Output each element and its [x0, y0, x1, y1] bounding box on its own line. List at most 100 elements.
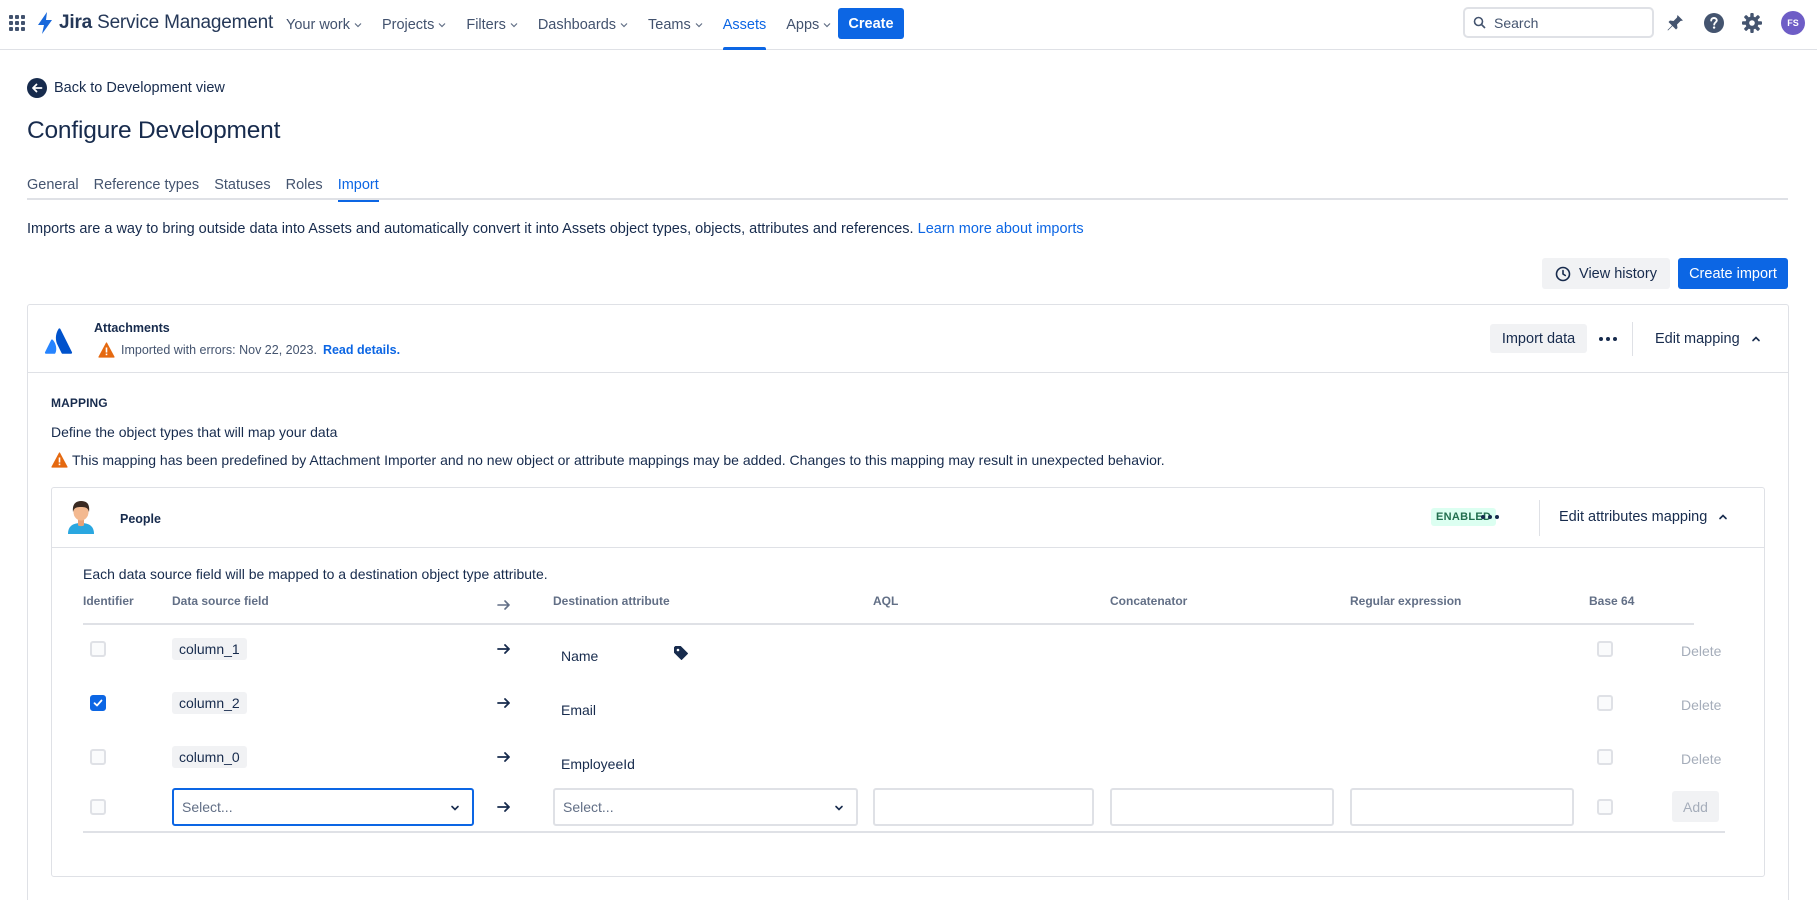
delete-row-button[interactable]: Delete — [1681, 751, 1721, 767]
tab-general[interactable]: General — [27, 170, 79, 200]
config-tabs: General Reference types Statuses Roles I… — [27, 170, 1788, 202]
destination-attribute-select[interactable]: Select... — [553, 788, 858, 826]
chevron-down-icon — [438, 23, 446, 28]
delete-row-button[interactable]: Delete — [1681, 697, 1721, 713]
edit-mapping-label: Edit mapping — [1655, 331, 1740, 347]
concatenator-input[interactable] — [1110, 788, 1334, 826]
regex-input[interactable] — [1350, 788, 1574, 826]
chevron-down-icon — [620, 23, 628, 28]
nav-projects[interactable]: Projects — [372, 0, 456, 50]
import-status-text: Imported with errors: Nov 22, 2023. — [121, 343, 317, 357]
chevron-down-icon — [835, 805, 843, 811]
arrow-right-icon — [497, 752, 510, 762]
edit-attributes-mapping-button[interactable]: Edit attributes mapping — [1559, 503, 1728, 531]
clock-icon — [1555, 266, 1571, 281]
base64-checkbox[interactable] — [1597, 695, 1613, 711]
column-header-regex: Regular expression — [1350, 594, 1462, 608]
arrow-right-icon — [497, 600, 510, 610]
primary-nav: Your work Projects Filters Dashboards Te… — [276, 0, 841, 50]
back-link-label: Back to Development view — [54, 80, 225, 96]
tab-statuses[interactable]: Statuses — [214, 170, 270, 200]
base64-checkbox[interactable] — [1597, 749, 1613, 765]
base64-checkbox[interactable] — [1597, 799, 1613, 815]
nav-label: Filters — [466, 17, 506, 33]
divider — [1632, 322, 1633, 356]
mapping-warning-text: This mapping has been predefined by Atta… — [72, 452, 1165, 468]
aql-input[interactable] — [873, 788, 1094, 826]
nav-teams[interactable]: Teams — [638, 0, 713, 50]
nav-your-work[interactable]: Your work — [276, 0, 372, 50]
edit-mapping-button[interactable]: Edit mapping — [1655, 325, 1761, 353]
nav-label: Teams — [648, 17, 691, 33]
jira-lightning-icon — [38, 12, 52, 34]
tab-roles[interactable]: Roles — [286, 170, 323, 200]
row-divider — [83, 831, 1725, 833]
source-field-chip: column_0 — [172, 746, 247, 768]
arrow-left-circle-icon — [27, 78, 47, 98]
atlassian-logo-icon — [44, 326, 74, 359]
warning-icon — [98, 342, 115, 358]
destination-attribute: Name — [561, 648, 599, 664]
create-button[interactable]: Create — [838, 8, 904, 39]
destination-attribute: Email — [561, 702, 597, 718]
search-input[interactable] — [1494, 14, 1644, 31]
nav-label: Projects — [381, 17, 435, 33]
identifier-checkbox[interactable] — [90, 695, 106, 711]
base64-checkbox[interactable] — [1597, 641, 1613, 657]
app-switcher-icon[interactable] — [9, 15, 25, 31]
column-header-base64: Base 64 — [1589, 594, 1635, 608]
view-history-button[interactable]: View history — [1542, 258, 1670, 289]
search-box[interactable] — [1463, 7, 1654, 38]
chevron-down-icon — [354, 23, 362, 28]
product-logo[interactable]: Jira Service Management — [37, 12, 273, 34]
settings-gear-icon[interactable] — [1740, 11, 1764, 35]
more-actions-icon[interactable] — [1476, 503, 1504, 531]
chevron-up-icon — [1751, 336, 1760, 342]
tab-reference-types[interactable]: Reference types — [94, 170, 200, 200]
identifier-checkbox[interactable] — [90, 641, 106, 657]
nav-apps[interactable]: Apps — [776, 0, 841, 50]
more-actions-icon[interactable] — [1594, 325, 1622, 353]
create-import-button[interactable]: Create import — [1678, 258, 1788, 289]
page-title: Configure Development — [27, 117, 281, 144]
source-field-chip: column_2 — [172, 692, 247, 714]
add-row-button[interactable]: Add — [1672, 791, 1719, 822]
import-intro: Imports are a way to bring outside data … — [27, 221, 1084, 237]
notifications-icon[interactable] — [1663, 11, 1687, 35]
chevron-down-icon — [823, 23, 831, 28]
column-header-destination: Destination attribute — [553, 594, 670, 608]
tab-import[interactable]: Import — [337, 170, 379, 202]
source-field-select[interactable]: Select... — [172, 788, 474, 826]
help-icon[interactable] — [1702, 11, 1726, 35]
nav-assets[interactable]: Assets — [713, 0, 777, 50]
object-type-name: People — [120, 512, 161, 526]
import-intro-text: Imports are a way to bring outside data … — [27, 221, 914, 237]
identifier-checkbox[interactable] — [90, 749, 106, 765]
back-link[interactable]: Back to Development view — [27, 78, 225, 98]
column-header-source: Data source field — [172, 594, 269, 608]
arrow-right-icon — [497, 802, 510, 812]
object-type-header: People ENABLED Edit attributes mapping — [52, 488, 1764, 548]
import-status: Imported with errors: Nov 22, 2023. Read… — [98, 342, 400, 358]
nav-filters[interactable]: Filters — [456, 0, 527, 50]
arrow-right-icon — [497, 644, 510, 654]
learn-more-link[interactable]: Learn more about imports — [918, 221, 1084, 237]
import-data-button[interactable]: Import data — [1490, 324, 1587, 353]
read-details-link[interactable]: Read details. — [323, 343, 400, 357]
identifier-checkbox[interactable] — [90, 799, 106, 815]
import-card: Attachments Imported with errors: Nov 22… — [27, 304, 1789, 900]
user-avatar[interactable]: FS — [1781, 11, 1805, 35]
nav-label: Dashboards — [537, 17, 617, 33]
product-name: Jira Service Management — [59, 12, 274, 33]
mapping-description: Define the object types that will map yo… — [51, 424, 338, 440]
label-tag-icon — [674, 646, 688, 660]
chevron-up-icon — [1719, 514, 1728, 520]
header-divider — [83, 623, 1694, 625]
delete-row-button[interactable]: Delete — [1681, 643, 1721, 659]
nav-dashboards[interactable]: Dashboards — [528, 0, 638, 50]
select-placeholder: Select... — [182, 799, 233, 815]
nav-label: Assets — [722, 17, 767, 33]
column-header-identifier: Identifier — [83, 594, 134, 608]
chevron-down-icon — [451, 805, 459, 811]
checkmark-icon — [93, 699, 103, 707]
